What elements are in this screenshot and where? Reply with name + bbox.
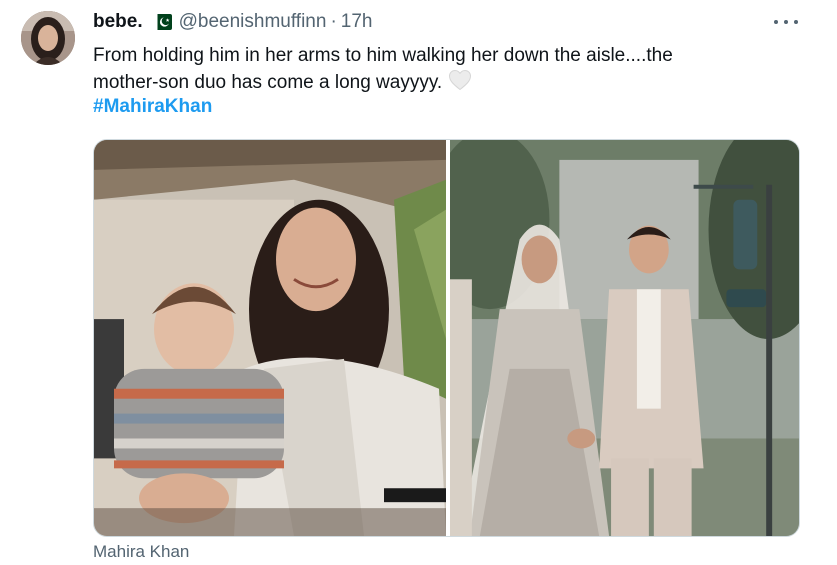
tweet-text: From holding him in her arms to him walk… (93, 42, 783, 99)
white-heart-icon (448, 69, 472, 99)
more-options-icon[interactable] (774, 14, 798, 30)
tweet: bebe. @beenishmuffinn · 17h From holding… (0, 0, 837, 565)
tweet-header: bebe. @beenishmuffinn · 17h (93, 11, 372, 33)
avatar[interactable] (21, 11, 75, 65)
media-caption: Mahira Khan (93, 542, 190, 561)
woman-holding-baby-photo[interactable] (94, 140, 446, 536)
tweet-text-line-2-wrap: mother-son duo has come a long wayyyy. (93, 69, 783, 99)
user-handle[interactable]: @beenishmuffinn (179, 11, 327, 33)
tweet-text-line-2: mother-son duo has come a long wayyyy. (93, 72, 443, 93)
pakistan-flag-icon (152, 14, 172, 30)
hashtag-link[interactable]: #MahiraKhan (93, 96, 212, 118)
tweet-text-line-1: From holding him in her arms to him walk… (93, 45, 673, 66)
display-name[interactable]: bebe. (93, 11, 143, 33)
bride-walking-with-son-photo[interactable] (450, 140, 799, 536)
media-grid[interactable] (93, 139, 800, 537)
timestamp[interactable]: 17h (341, 11, 373, 33)
separator-dot: · (330, 11, 337, 32)
